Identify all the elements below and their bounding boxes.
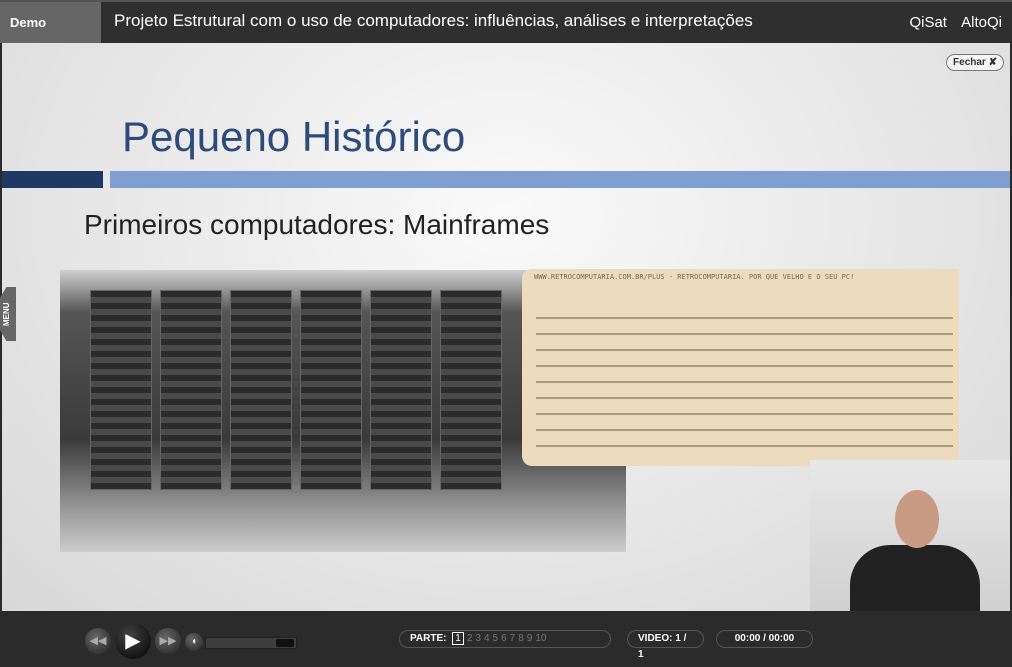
divider-light [110, 171, 1010, 188]
part-5[interactable]: 5 [493, 633, 499, 644]
part-7[interactable]: 7 [510, 633, 516, 644]
close-button[interactable]: Fechar ✘ [946, 54, 1004, 71]
altoqi-logo: AltoQi [961, 14, 1002, 31]
logos: QiSat AltoQi [899, 2, 1002, 43]
volume-icon[interactable]: ◖ [185, 633, 203, 651]
part-2[interactable]: 2 [467, 633, 473, 644]
part-selector: PARTE: 1 2 3 4 5 6 7 8 9 10 [399, 630, 611, 648]
time-display: 00:00 / 00:00 [716, 630, 813, 648]
presenter-video [810, 460, 1010, 615]
part-1[interactable]: 1 [452, 632, 464, 645]
part-3[interactable]: 3 [475, 633, 481, 644]
player-controls: ◀◀ ▶ ▶▶ ◖ PARTE: 1 2 3 4 5 6 7 8 9 10 VIDEO: 1 / … [0, 611, 1012, 667]
forward-button[interactable]: ▶▶ [155, 628, 181, 654]
volume-slider[interactable] [205, 637, 297, 649]
divider-dark [2, 171, 103, 188]
close-icon: ✘ [988, 57, 997, 68]
part-10[interactable]: 10 [535, 633, 546, 644]
part-6[interactable]: 6 [501, 633, 507, 644]
close-label: Fechar [953, 57, 986, 68]
part-8[interactable]: 8 [518, 633, 524, 644]
qisat-logo: QiSat [909, 14, 947, 31]
play-icon: ▶ [125, 630, 141, 652]
rewind-button[interactable]: ◀◀ [85, 628, 111, 654]
slide: Fechar ✘ Pequeno Histórico Primeiros com… [2, 43, 1010, 615]
video-counter: VIDEO: 1 / 1 [627, 630, 704, 660]
menu-tab[interactable]: MENU [0, 287, 16, 341]
part-9[interactable]: 9 [527, 633, 533, 644]
punch-card-text: WWW.RETROCOMPUTARIA.COM.BR/PLUS - RETROC… [534, 273, 855, 281]
title-bar: Demo Projeto Estrutural com o uso de com… [0, 0, 1012, 43]
parte-label: PARTE: [410, 633, 447, 644]
slide-subheading: Primeiros computadores: Mainframes [84, 209, 550, 240]
course-title: Projeto Estrutural com o uso de computad… [114, 11, 753, 30]
slide-heading: Pequeno Histórico [122, 113, 466, 160]
play-button[interactable]: ▶ [115, 623, 151, 659]
part-4[interactable]: 4 [484, 633, 490, 644]
punch-card-image: WWW.RETROCOMPUTARIA.COM.BR/PLUS - RETROC… [522, 269, 959, 466]
demo-label: Demo [0, 2, 101, 43]
